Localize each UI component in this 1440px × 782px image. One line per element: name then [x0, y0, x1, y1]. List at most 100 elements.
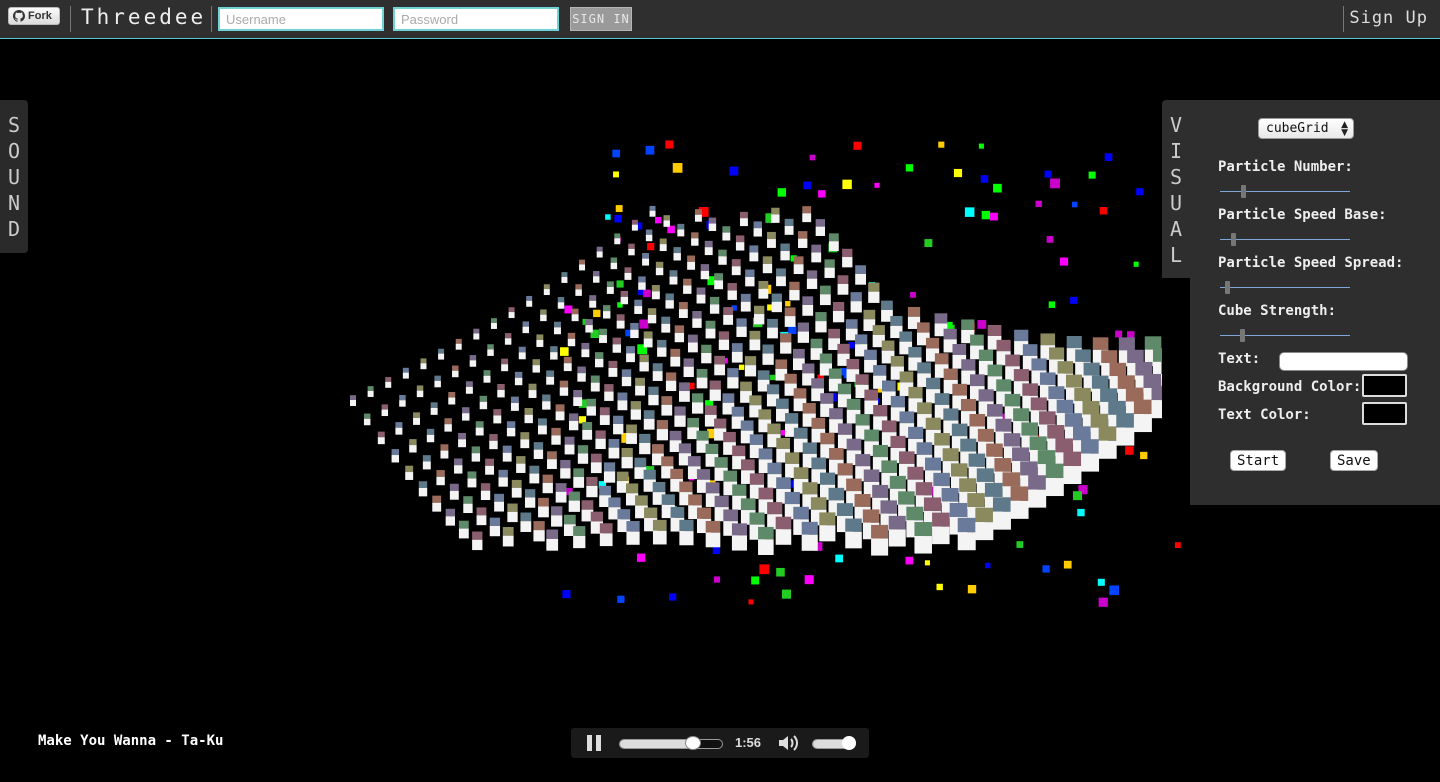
cube — [420, 358, 427, 370]
background-color-label: Background Color: — [1218, 379, 1362, 395]
cube — [487, 344, 494, 356]
pause-icon[interactable] — [587, 735, 601, 751]
cube — [789, 281, 800, 301]
visual-mode-select[interactable]: cubeGrid ▲ ▼ — [1258, 118, 1354, 139]
particle — [953, 168, 963, 178]
cube — [606, 281, 614, 294]
particle — [788, 325, 797, 335]
cube — [506, 421, 516, 437]
cube — [533, 521, 545, 542]
username-input[interactable] — [218, 7, 384, 31]
slider-thumb[interactable] — [1241, 185, 1247, 198]
slider-thumb[interactable] — [1225, 281, 1230, 294]
cube — [837, 275, 849, 295]
cube — [802, 206, 812, 223]
particle-speed-spread-slider[interactable] — [1220, 281, 1350, 295]
cube — [590, 453, 602, 474]
cube-strength-slider[interactable] — [1220, 329, 1350, 343]
background-color-swatch[interactable] — [1362, 374, 1407, 397]
volume-slider[interactable] — [812, 736, 856, 750]
cube — [655, 261, 664, 276]
particle — [1050, 178, 1060, 189]
cube — [691, 232, 699, 246]
slider-thumb[interactable] — [1231, 233, 1237, 246]
cube — [455, 338, 462, 350]
slider-thumb[interactable] — [1240, 329, 1245, 342]
cube — [708, 217, 717, 231]
brand-title[interactable]: Threedee — [81, 5, 206, 29]
particle — [993, 183, 1002, 193]
cube — [529, 465, 540, 484]
cube — [762, 344, 774, 365]
particle — [776, 567, 785, 577]
cube — [621, 369, 632, 387]
particle — [853, 141, 862, 150]
seek-bar[interactable] — [619, 736, 723, 750]
cube — [413, 412, 421, 425]
cube — [409, 439, 417, 453]
particle — [1035, 200, 1042, 207]
sound-panel-tab[interactable]: S O U N D — [0, 100, 28, 253]
cube — [815, 312, 827, 333]
cube — [608, 439, 620, 459]
particle — [1140, 451, 1148, 460]
cube — [626, 521, 640, 545]
particle — [712, 546, 721, 555]
cube — [536, 334, 544, 347]
particle — [777, 188, 787, 197]
cube-strength-label: Cube Strength: — [1218, 303, 1337, 319]
text-color-swatch[interactable] — [1362, 402, 1407, 425]
cube — [749, 245, 759, 262]
particle — [613, 171, 619, 178]
particle-number-slider[interactable] — [1220, 185, 1350, 199]
cube — [511, 479, 522, 498]
github-icon — [13, 10, 25, 22]
visual-panel-tab[interactable]: V I S U A L — [1162, 100, 1190, 278]
cube — [469, 355, 477, 367]
cube — [797, 322, 809, 343]
cube — [649, 205, 656, 217]
cube — [402, 367, 409, 379]
cube — [871, 524, 889, 556]
password-input[interactable] — [393, 7, 559, 31]
cube — [561, 272, 568, 283]
cube — [735, 235, 745, 251]
particle — [1044, 170, 1052, 178]
cube — [784, 218, 794, 235]
particle-speed-base-slider[interactable] — [1220, 233, 1350, 247]
particle — [1098, 597, 1108, 607]
cube — [683, 358, 694, 378]
cube — [677, 223, 685, 237]
seek-bar-knob[interactable] — [685, 736, 702, 750]
text-input[interactable] — [1279, 352, 1408, 371]
cube — [526, 295, 533, 307]
cube — [577, 366, 586, 382]
sign-in-button[interactable]: SIGN IN — [570, 7, 632, 31]
sign-up-link[interactable]: Sign Up — [1349, 8, 1428, 28]
volume-knob[interactable] — [841, 736, 856, 750]
cube — [445, 508, 456, 526]
github-fork-button[interactable]: Fork — [8, 7, 60, 25]
cube — [855, 265, 866, 285]
particle — [593, 309, 601, 318]
cube — [762, 256, 773, 274]
cube — [568, 491, 580, 512]
cube — [586, 476, 598, 498]
cube — [643, 331, 653, 348]
cube — [801, 521, 818, 551]
start-button[interactable]: Start — [1230, 450, 1287, 471]
cube — [614, 233, 621, 245]
volume-icon[interactable] — [777, 734, 801, 752]
cube — [498, 469, 508, 487]
playback-time: 1:56 — [735, 735, 762, 750]
cube — [458, 520, 469, 539]
cube — [537, 418, 547, 435]
cube — [850, 292, 862, 313]
cube — [550, 346, 558, 360]
cube — [472, 531, 483, 551]
cube — [542, 474, 553, 494]
save-button[interactable]: Save — [1330, 450, 1378, 471]
slider-track — [1220, 191, 1350, 192]
cube — [771, 293, 782, 313]
cube — [489, 434, 498, 450]
